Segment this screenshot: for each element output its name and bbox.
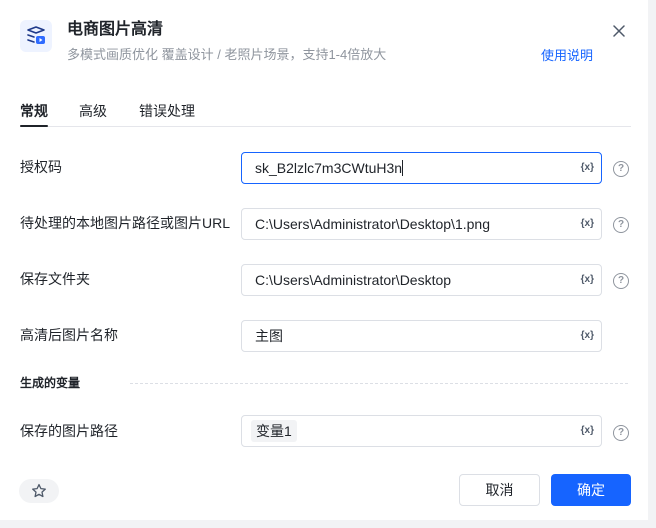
variable-chip[interactable]: 变量1 bbox=[251, 420, 297, 442]
help-link[interactable]: 使用说明 bbox=[541, 47, 593, 65]
text-caret bbox=[402, 160, 404, 176]
output-section-title: 生成的变量 bbox=[20, 376, 81, 390]
section-divider bbox=[130, 383, 628, 384]
insert-variable-button[interactable]: {x} bbox=[581, 273, 594, 287]
insert-variable-button[interactable]: {x} bbox=[581, 161, 594, 175]
background-edge bbox=[0, 520, 656, 528]
insert-variable-button[interactable]: {x} bbox=[581, 329, 594, 343]
help-icon[interactable]: ? bbox=[613, 217, 629, 233]
tab-advanced[interactable]: 高级 bbox=[79, 101, 107, 121]
output-name-input[interactable]: 主图 {x} bbox=[241, 320, 602, 352]
confirm-button[interactable]: 确定 bbox=[551, 474, 631, 506]
close-button[interactable] bbox=[609, 21, 629, 41]
image-enhance-icon bbox=[20, 20, 52, 52]
dialog: 电商图片高清 多模式画质优化 覆盖设计 / 老照片场景，支持1-4倍放大 使用说… bbox=[0, 0, 648, 520]
image-path-input[interactable]: C:\Users\Administrator\Desktop\1.png {x} bbox=[241, 208, 602, 240]
output-name-label: 高清后图片名称 bbox=[20, 327, 118, 343]
star-icon bbox=[32, 483, 46, 498]
image-path-label: 待处理的本地图片路径或图片URL bbox=[20, 215, 231, 231]
insert-variable-button[interactable]: {x} bbox=[581, 424, 594, 438]
image-path-value: C:\Users\Administrator\Desktop\1.png bbox=[255, 216, 490, 232]
tab-error-handling[interactable]: 错误处理 bbox=[139, 101, 195, 121]
auth-code-input[interactable]: sk_B2lzlc7m3CWtuH3n {x} bbox=[241, 152, 602, 184]
favorite-button[interactable] bbox=[19, 479, 59, 503]
dialog-title: 电商图片高清 bbox=[67, 21, 164, 38]
close-icon bbox=[613, 25, 625, 37]
output-name-value: 主图 bbox=[255, 328, 283, 344]
save-folder-label: 保存文件夹 bbox=[20, 271, 90, 287]
saved-path-label: 保存的图片路径 bbox=[20, 423, 118, 439]
auth-code-value: sk_B2lzlc7m3CWtuH3n bbox=[255, 160, 403, 176]
help-icon[interactable]: ? bbox=[613, 273, 629, 289]
background-edge bbox=[648, 0, 656, 528]
tab-general[interactable]: 常规 bbox=[20, 101, 48, 121]
tab-bar: 常规 高级 错误处理 bbox=[20, 96, 631, 127]
insert-variable-button[interactable]: {x} bbox=[581, 217, 594, 231]
active-tab-indicator bbox=[20, 125, 48, 127]
dialog-subtitle: 多模式画质优化 覆盖设计 / 老照片场景，支持1-4倍放大 bbox=[67, 47, 387, 62]
saved-path-input[interactable]: 变量1 {x} bbox=[241, 415, 602, 447]
save-folder-value: C:\Users\Administrator\Desktop bbox=[255, 272, 452, 288]
cancel-button[interactable]: 取消 bbox=[459, 474, 540, 506]
auth-code-label: 授权码 bbox=[20, 159, 62, 175]
save-folder-input[interactable]: C:\Users\Administrator\Desktop {x} bbox=[241, 264, 602, 296]
help-icon[interactable]: ? bbox=[613, 425, 629, 441]
help-icon[interactable]: ? bbox=[613, 161, 629, 177]
